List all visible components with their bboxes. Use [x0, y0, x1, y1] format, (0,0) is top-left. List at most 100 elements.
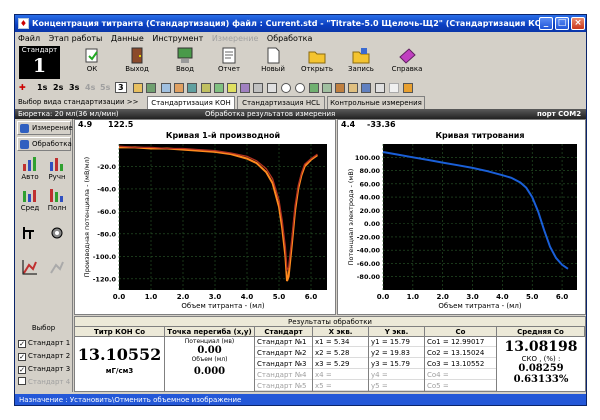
measure-button[interactable]: Измерение: [17, 121, 73, 135]
tool-icon-3[interactable]: [161, 83, 171, 93]
tool-icon-17[interactable]: [375, 83, 385, 93]
checkbox-4[interactable]: [18, 377, 26, 385]
menu-processing[interactable]: Обработка: [264, 34, 315, 43]
menu-data[interactable]: Данные: [108, 34, 147, 43]
speed-2s[interactable]: 2s: [53, 82, 63, 94]
tool-icon-1[interactable]: [133, 83, 143, 93]
co-row-5: Co5 =: [425, 381, 496, 391]
status-bar: Назначение : Установить\Отменить объемно…: [15, 394, 586, 405]
input-computer-icon: [175, 47, 195, 64]
minimize-icon[interactable]: _: [539, 17, 553, 30]
tool-icon-16[interactable]: [361, 83, 371, 93]
inflection-tool[interactable]: [18, 225, 42, 253]
chart1-ytick-2: -80.0: [97, 230, 116, 238]
menu-instrument[interactable]: Инструмент: [149, 34, 206, 43]
checkbox-3[interactable]: ✓: [18, 366, 26, 374]
manual-button[interactable]: Ручн: [45, 156, 69, 184]
report-button[interactable]: Отчет: [209, 47, 249, 79]
save-folder-icon: [351, 47, 371, 64]
x-eq-row-2: x2 = 5.28: [313, 348, 368, 358]
x-eq-row-4: x4 =: [313, 370, 368, 380]
auto-button[interactable]: Авто: [18, 156, 42, 184]
tool-icon-9[interactable]: [240, 83, 250, 93]
chart1-ytick-5: -20.0: [97, 163, 116, 171]
chart1-plot-area: [119, 144, 327, 290]
header-mean-co: Средняя Co: [497, 327, 585, 337]
tool-icon-6[interactable]: [201, 83, 211, 93]
process-button[interactable]: Обработка: [17, 137, 72, 151]
full-chart-icon: [49, 187, 65, 203]
tab-control[interactable]: Контрольные измерения: [327, 96, 425, 109]
input-button[interactable]: Ввод: [165, 47, 205, 79]
menu-measurement[interactable]: Измерение: [209, 34, 262, 43]
tool-icon-14[interactable]: [335, 83, 345, 93]
new-button[interactable]: Новый: [253, 47, 293, 79]
pump-icon[interactable]: ✚: [19, 82, 26, 94]
zoom-out-icon[interactable]: [295, 83, 305, 93]
std-row-1: Стандарт №1: [255, 337, 312, 347]
graph-tool[interactable]: [18, 259, 42, 287]
tool-icon-12[interactable]: [309, 83, 319, 93]
average-button[interactable]: Сред: [18, 187, 42, 215]
save-button[interactable]: Запись: [341, 47, 381, 79]
port-info: порт COM2: [537, 110, 582, 118]
application-window: ♦ Концентрация титранта (Стандартизация)…: [14, 14, 587, 406]
speed-3s[interactable]: 3s: [69, 82, 79, 94]
standard-checkbox-1[interactable]: ✓ Стандарт 1: [18, 337, 72, 349]
speed-spinner[interactable]: 3: [115, 82, 127, 93]
standard-checkbox-3[interactable]: ✓ Стандарт 3: [18, 363, 72, 375]
derivative-chart-panel: 4.9 122.5 Кривая 1-й производной 0.0 1.0 2.…: [74, 119, 336, 315]
help-button[interactable]: Справка: [387, 47, 427, 79]
chart2-xtick-2: 2.0: [436, 293, 449, 301]
checkbox-1[interactable]: ✓: [18, 340, 26, 348]
info-strip: Бюретка: 20 мл(36 мл/мин) Обработка резу…: [15, 109, 586, 119]
open-button[interactable]: Открыть: [297, 47, 337, 79]
sko-label: СКО , (%) :: [521, 355, 561, 363]
tab-koh[interactable]: Стандартизация КОН: [147, 96, 235, 109]
tool-icon-5[interactable]: [187, 83, 197, 93]
speed-5s[interactable]: 5s: [100, 82, 110, 94]
tool-icon-7[interactable]: [214, 83, 224, 93]
gear-icon: [49, 225, 65, 241]
inflection-cell: Потенциал (мв) 0.00 Объем (мл) 0.000: [165, 337, 255, 392]
potential-value: 0.00: [197, 345, 222, 356]
checkbox-2[interactable]: ✓: [18, 353, 26, 361]
title-bar[interactable]: ♦ Концентрация титранта (Стандартизация)…: [15, 15, 586, 32]
tool-icon-15[interactable]: [348, 83, 358, 93]
zoom-in-icon[interactable]: [281, 83, 291, 93]
titration-chart[interactable]: Кривая титрования 0.0 1.0 2.0 3.0 4.0 5.0 6.0 10…: [338, 120, 585, 314]
standard-checkbox-2[interactable]: ✓ Стандарт 2: [18, 350, 72, 362]
chart1-xtick-4: 4.0: [241, 293, 254, 301]
tool-icon-2[interactable]: [146, 83, 156, 93]
maximize-icon[interactable]: □: [555, 17, 569, 30]
chart2-plot-area: [383, 144, 577, 290]
settings-tool[interactable]: [45, 225, 69, 253]
tool-icon-11[interactable]: [267, 83, 277, 93]
ok-button[interactable]: ОК: [72, 47, 112, 79]
speed-4s[interactable]: 4s: [85, 82, 95, 94]
standard-checkbox-4[interactable]: Стандарт 4: [18, 376, 72, 388]
speed-1s[interactable]: 1s: [37, 82, 47, 94]
std-row-2: Стандарт №2: [255, 348, 312, 358]
tab-hcl[interactable]: Стандартизация НCL: [237, 96, 325, 109]
tool-icon-10[interactable]: [253, 83, 263, 93]
tool-icon-4[interactable]: [174, 83, 184, 93]
exit-button[interactable]: Выход: [117, 47, 157, 79]
results-panel: Результаты обработки Титр КОН Co Точка п…: [74, 316, 586, 392]
tool-icon-18[interactable]: [389, 83, 399, 93]
graph-tool-disabled[interactable]: [45, 259, 69, 287]
close-icon[interactable]: ×: [571, 17, 585, 30]
tool-icon-13[interactable]: [322, 83, 332, 93]
average-chart-icon: [22, 187, 38, 203]
header-y-eq: Y экв.: [369, 327, 425, 337]
derivative-chart[interactable]: Кривая 1-й производной 0.0 1.0 2.0 3.0 4.0 5.0…: [75, 120, 335, 314]
tool-icon-8[interactable]: [227, 83, 237, 93]
measure-icon: [20, 124, 29, 133]
menu-file[interactable]: Файл: [15, 34, 43, 43]
menu-stage[interactable]: Этап работы: [46, 34, 106, 43]
settings-gear-icon[interactable]: [403, 83, 413, 93]
process-icon: [20, 140, 29, 149]
chart2-xtick-1: 1.0: [407, 293, 420, 301]
full-button[interactable]: Полн: [45, 187, 69, 215]
processing-info: Обработка результатов измерения: [205, 110, 336, 118]
